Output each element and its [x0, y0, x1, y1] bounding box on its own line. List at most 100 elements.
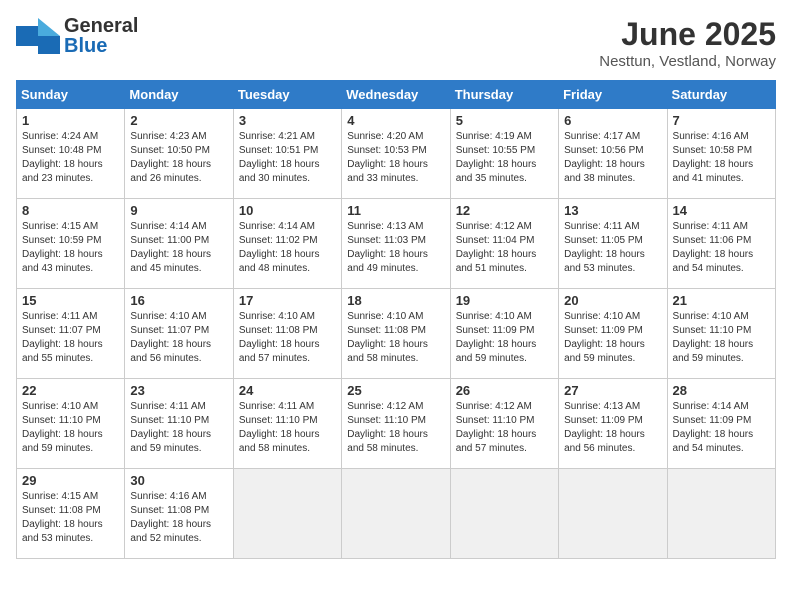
day-number: 1 [22, 113, 119, 128]
week-row-5: 29 Sunrise: 4:15 AMSunset: 11:08 PMDayli… [17, 469, 776, 559]
calendar-cell: 8 Sunrise: 4:15 AMSunset: 10:59 PMDaylig… [17, 199, 125, 289]
day-number: 7 [673, 113, 770, 128]
calendar-table: SundayMondayTuesdayWednesdayThursdayFrid… [16, 80, 776, 559]
day-number: 22 [22, 383, 119, 398]
cell-info: Sunrise: 4:16 AMSunset: 10:58 PMDaylight… [673, 131, 754, 184]
day-header-monday: Monday [125, 81, 233, 109]
calendar-cell: 25 Sunrise: 4:12 AMSunset: 11:10 PMDayli… [342, 379, 450, 469]
calendar-cell: 9 Sunrise: 4:14 AMSunset: 11:00 PMDaylig… [125, 199, 233, 289]
calendar-cell [667, 469, 775, 559]
day-number: 15 [22, 293, 119, 308]
day-number: 16 [130, 293, 227, 308]
week-row-4: 22 Sunrise: 4:10 AMSunset: 11:10 PMDayli… [17, 379, 776, 469]
day-number: 28 [673, 383, 770, 398]
calendar-body: 1 Sunrise: 4:24 AMSunset: 10:48 PMDaylig… [17, 109, 776, 559]
cell-info: Sunrise: 4:10 AMSunset: 11:08 PMDaylight… [347, 311, 428, 364]
cell-info: Sunrise: 4:19 AMSunset: 10:55 PMDaylight… [456, 131, 537, 184]
calendar-cell: 14 Sunrise: 4:11 AMSunset: 11:06 PMDayli… [667, 199, 775, 289]
cell-info: Sunrise: 4:11 AMSunset: 11:10 PMDaylight… [130, 401, 211, 454]
cell-info: Sunrise: 4:10 AMSunset: 11:09 PMDaylight… [456, 311, 537, 364]
calendar-cell: 17 Sunrise: 4:10 AMSunset: 11:08 PMDayli… [233, 289, 341, 379]
day-number: 17 [239, 293, 336, 308]
title-area: June 2025 Nesttun, Vestland, Norway [599, 16, 776, 70]
logo: General Blue [16, 16, 138, 56]
cell-info: Sunrise: 4:14 AMSunset: 11:09 PMDaylight… [673, 401, 754, 454]
cell-info: Sunrise: 4:21 AMSunset: 10:51 PMDaylight… [239, 131, 320, 184]
day-number: 3 [239, 113, 336, 128]
location-subtitle: Nesttun, Vestland, Norway [599, 53, 776, 70]
cell-info: Sunrise: 4:11 AMSunset: 11:10 PMDaylight… [239, 401, 320, 454]
calendar-cell: 24 Sunrise: 4:11 AMSunset: 11:10 PMDayli… [233, 379, 341, 469]
cell-info: Sunrise: 4:23 AMSunset: 10:50 PMDaylight… [130, 131, 211, 184]
cell-info: Sunrise: 4:11 AMSunset: 11:05 PMDaylight… [564, 221, 645, 274]
day-number: 25 [347, 383, 444, 398]
cell-info: Sunrise: 4:12 AMSunset: 11:10 PMDaylight… [347, 401, 428, 454]
calendar-cell: 16 Sunrise: 4:10 AMSunset: 11:07 PMDayli… [125, 289, 233, 379]
calendar-cell: 3 Sunrise: 4:21 AMSunset: 10:51 PMDaylig… [233, 109, 341, 199]
day-header-friday: Friday [559, 81, 667, 109]
month-title: June 2025 [599, 16, 776, 53]
day-number: 23 [130, 383, 227, 398]
cell-info: Sunrise: 4:20 AMSunset: 10:53 PMDaylight… [347, 131, 428, 184]
calendar-cell: 2 Sunrise: 4:23 AMSunset: 10:50 PMDaylig… [125, 109, 233, 199]
calendar-cell: 27 Sunrise: 4:13 AMSunset: 11:09 PMDayli… [559, 379, 667, 469]
calendar-cell: 26 Sunrise: 4:12 AMSunset: 11:10 PMDayli… [450, 379, 558, 469]
week-row-2: 8 Sunrise: 4:15 AMSunset: 10:59 PMDaylig… [17, 199, 776, 289]
cell-info: Sunrise: 4:11 AMSunset: 11:07 PMDaylight… [22, 311, 103, 364]
cell-info: Sunrise: 4:17 AMSunset: 10:56 PMDaylight… [564, 131, 645, 184]
logo-blue: Blue [64, 35, 107, 57]
week-row-3: 15 Sunrise: 4:11 AMSunset: 11:07 PMDayli… [17, 289, 776, 379]
calendar-cell [559, 469, 667, 559]
day-number: 24 [239, 383, 336, 398]
day-number: 8 [22, 203, 119, 218]
calendar-cell: 18 Sunrise: 4:10 AMSunset: 11:08 PMDayli… [342, 289, 450, 379]
cell-info: Sunrise: 4:13 AMSunset: 11:03 PMDaylight… [347, 221, 428, 274]
calendar-cell: 30 Sunrise: 4:16 AMSunset: 11:08 PMDayli… [125, 469, 233, 559]
cell-info: Sunrise: 4:24 AMSunset: 10:48 PMDaylight… [22, 131, 103, 184]
calendar-cell: 20 Sunrise: 4:10 AMSunset: 11:09 PMDayli… [559, 289, 667, 379]
day-header-saturday: Saturday [667, 81, 775, 109]
cell-info: Sunrise: 4:12 AMSunset: 11:10 PMDaylight… [456, 401, 537, 454]
calendar-cell: 12 Sunrise: 4:12 AMSunset: 11:04 PMDayli… [450, 199, 558, 289]
cell-info: Sunrise: 4:11 AMSunset: 11:06 PMDaylight… [673, 221, 754, 274]
day-number: 6 [564, 113, 661, 128]
calendar-cell: 4 Sunrise: 4:20 AMSunset: 10:53 PMDaylig… [342, 109, 450, 199]
day-number: 2 [130, 113, 227, 128]
calendar-cell: 23 Sunrise: 4:11 AMSunset: 11:10 PMDayli… [125, 379, 233, 469]
logo-general: General [64, 15, 138, 37]
calendar-cell: 21 Sunrise: 4:10 AMSunset: 11:10 PMDayli… [667, 289, 775, 379]
calendar-cell: 7 Sunrise: 4:16 AMSunset: 10:58 PMDaylig… [667, 109, 775, 199]
calendar-cell: 10 Sunrise: 4:14 AMSunset: 11:02 PMDayli… [233, 199, 341, 289]
cell-info: Sunrise: 4:15 AMSunset: 11:08 PMDaylight… [22, 491, 103, 544]
cell-info: Sunrise: 4:14 AMSunset: 11:00 PMDaylight… [130, 221, 211, 274]
day-number: 10 [239, 203, 336, 218]
calendar-cell [450, 469, 558, 559]
calendar-cell: 19 Sunrise: 4:10 AMSunset: 11:09 PMDayli… [450, 289, 558, 379]
logo-icon [16, 18, 60, 54]
day-number: 9 [130, 203, 227, 218]
day-number: 4 [347, 113, 444, 128]
day-number: 18 [347, 293, 444, 308]
calendar-cell: 5 Sunrise: 4:19 AMSunset: 10:55 PMDaylig… [450, 109, 558, 199]
cell-info: Sunrise: 4:10 AMSunset: 11:08 PMDaylight… [239, 311, 320, 364]
calendar-cell: 22 Sunrise: 4:10 AMSunset: 11:10 PMDayli… [17, 379, 125, 469]
calendar-cell [233, 469, 341, 559]
cell-info: Sunrise: 4:14 AMSunset: 11:02 PMDaylight… [239, 221, 320, 274]
calendar-header-row: SundayMondayTuesdayWednesdayThursdayFrid… [17, 81, 776, 109]
calendar-cell: 29 Sunrise: 4:15 AMSunset: 11:08 PMDayli… [17, 469, 125, 559]
cell-info: Sunrise: 4:16 AMSunset: 11:08 PMDaylight… [130, 491, 211, 544]
calendar-cell: 11 Sunrise: 4:13 AMSunset: 11:03 PMDayli… [342, 199, 450, 289]
cell-info: Sunrise: 4:10 AMSunset: 11:07 PMDaylight… [130, 311, 211, 364]
cell-info: Sunrise: 4:12 AMSunset: 11:04 PMDaylight… [456, 221, 537, 274]
day-number: 29 [22, 473, 119, 488]
day-number: 11 [347, 203, 444, 218]
day-number: 5 [456, 113, 553, 128]
day-header-wednesday: Wednesday [342, 81, 450, 109]
calendar-cell: 13 Sunrise: 4:11 AMSunset: 11:05 PMDayli… [559, 199, 667, 289]
day-number: 21 [673, 293, 770, 308]
day-number: 13 [564, 203, 661, 218]
calendar-cell: 15 Sunrise: 4:11 AMSunset: 11:07 PMDayli… [17, 289, 125, 379]
cell-info: Sunrise: 4:10 AMSunset: 11:10 PMDaylight… [22, 401, 103, 454]
cell-info: Sunrise: 4:10 AMSunset: 11:09 PMDaylight… [564, 311, 645, 364]
cell-info: Sunrise: 4:13 AMSunset: 11:09 PMDaylight… [564, 401, 645, 454]
